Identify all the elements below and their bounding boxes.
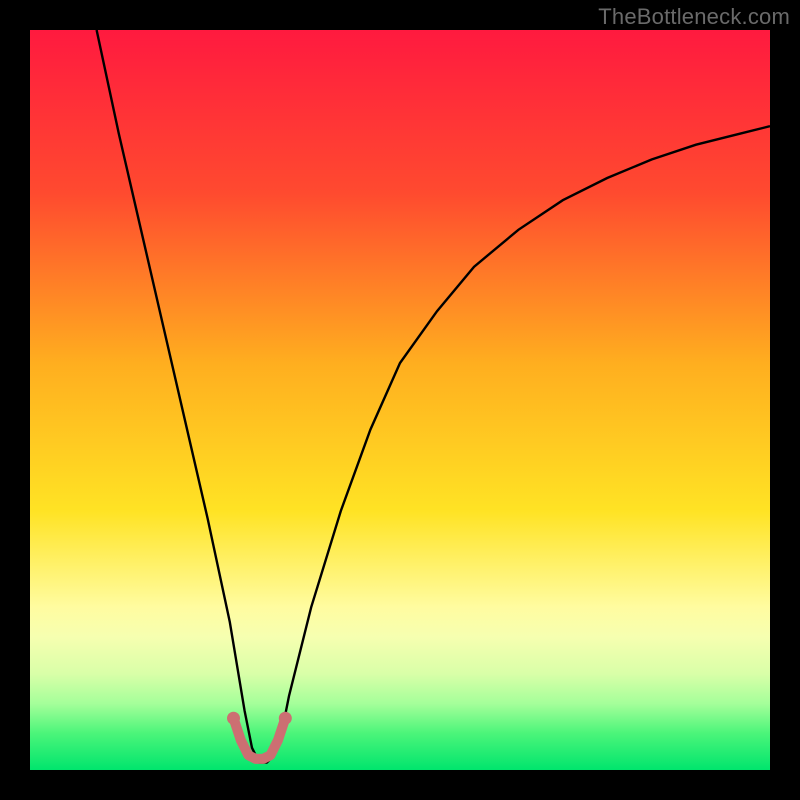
plot-area <box>30 30 770 770</box>
bottleneck-chart <box>30 30 770 770</box>
chart-frame: TheBottleneck.com <box>0 0 800 800</box>
heatmap-background <box>30 30 770 770</box>
attribution-label: TheBottleneck.com <box>598 4 790 30</box>
